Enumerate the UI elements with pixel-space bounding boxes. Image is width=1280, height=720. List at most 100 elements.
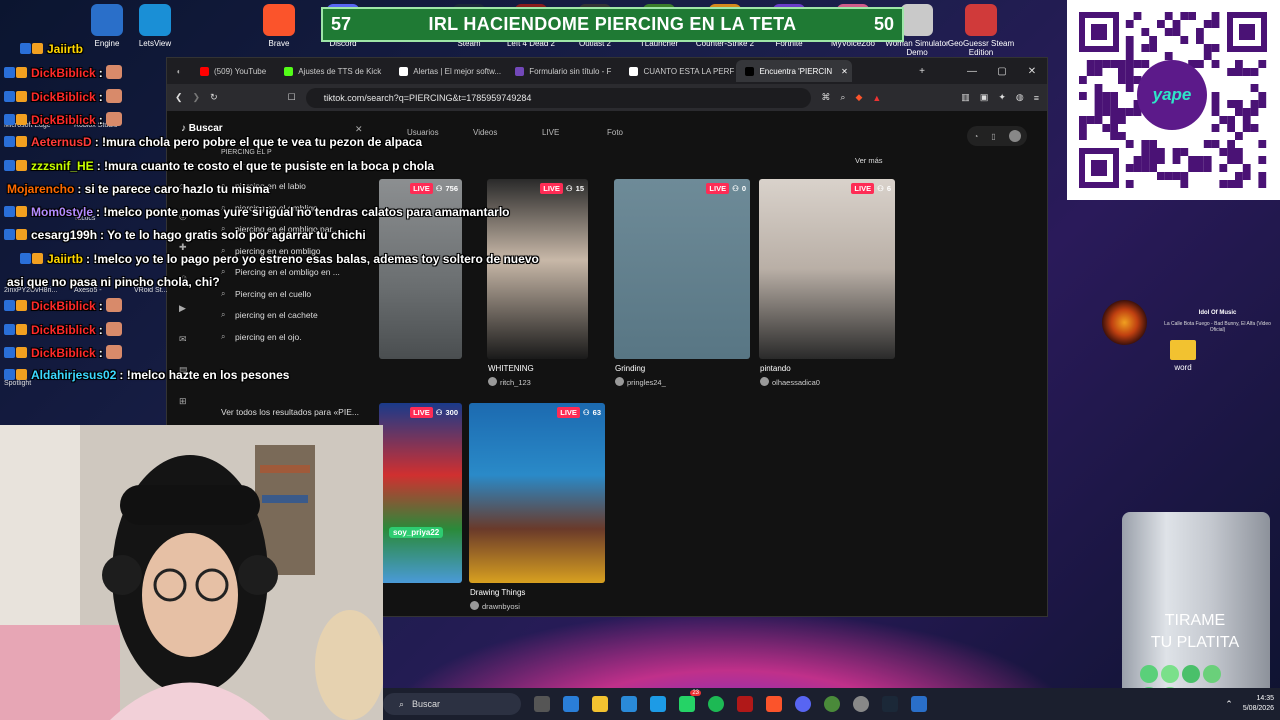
tab-menu-icon[interactable]: ◐: [167, 67, 191, 76]
live-card[interactable]: LIVE ⚇ 0: [614, 179, 750, 359]
tab-label: CUANTO ESTA LA PERF: [643, 66, 735, 76]
browser-tab[interactable]: Encuentra 'PIERCIN ✕: [736, 60, 853, 82]
copilot-icon[interactable]: [563, 696, 579, 712]
live-card[interactable]: LIVE ⚇ 63: [469, 403, 605, 583]
tab-favicon-icon: [745, 66, 755, 76]
upload-icon[interactable]: ⊞: [179, 396, 188, 407]
spotify-icon[interactable]: [708, 696, 724, 712]
back-icon[interactable]: ❮: [175, 92, 183, 103]
search-suggestion[interactable]: piercing en el ojo.: [235, 332, 302, 342]
desktop-icon-word[interactable]: word: [1148, 340, 1218, 372]
edge-icon[interactable]: [650, 696, 666, 712]
notepad-icon[interactable]: [911, 696, 927, 712]
card-user[interactable]: olhaessadica0: [760, 377, 820, 387]
coins-icon[interactable]: ◔: [973, 132, 978, 141]
live-icon[interactable]: ▶: [179, 303, 188, 314]
browser-tab[interactable]: Alertas | El mejor softw...: [390, 60, 506, 82]
url-field[interactable]: tiktok.com/search?q=PIERCING&t=178595974…: [305, 87, 812, 108]
close-tab-icon[interactable]: ✕: [841, 67, 848, 76]
card-user[interactable]: ritch_123: [488, 377, 531, 387]
zoom-icon[interactable]: ⌕: [840, 92, 845, 103]
profile-avatar[interactable]: [1008, 130, 1021, 142]
chat-badge-icon: [16, 229, 27, 241]
chat-text: : !melco hazte en los pesones: [119, 368, 290, 383]
chat-badge-icon: [16, 136, 27, 148]
viewer-count: 6: [886, 184, 891, 193]
browser-tab[interactable]: (509) YouTube: [191, 60, 275, 82]
rewards-icon[interactable]: ▲: [872, 93, 881, 103]
chat-message: Jaiirtb: !melco yo te lo pago pero yo es…: [20, 252, 539, 266]
messages-icon[interactable]: ✉: [179, 334, 188, 345]
chat-message: DickBiblick:: [4, 65, 122, 80]
card-title[interactable]: Drawing Things: [470, 588, 525, 597]
browser-tab[interactable]: Ajustes de TTS de Kick: [275, 60, 390, 82]
device-icon[interactable]: ▯: [991, 132, 995, 141]
forward-icon[interactable]: ❯: [193, 92, 201, 103]
dota-icon[interactable]: [737, 696, 753, 712]
card-user[interactable]: pringles24_: [615, 377, 666, 387]
tab-label: Ajustes de TTS de Kick: [298, 66, 382, 76]
app-icon: [901, 4, 933, 36]
card-title[interactable]: WHITENING: [488, 364, 534, 373]
result-tab[interactable]: LIVE: [542, 128, 559, 137]
app-icon: [965, 4, 997, 36]
new-tab-button[interactable]: +: [907, 66, 937, 77]
search-suggestion[interactable]: Piercing en el ombligo en ...: [235, 267, 340, 277]
obs-icon[interactable]: [824, 696, 840, 712]
minimize-button[interactable]: —: [957, 66, 987, 77]
browser-tab[interactable]: Formulario sin título - F: [506, 60, 620, 82]
close-window-button[interactable]: ✕: [1017, 66, 1047, 77]
see-all-results-link[interactable]: Ver todos los resultados para «PIE...: [221, 407, 359, 417]
chat-badge-icon: [16, 113, 27, 125]
desktop-icon[interactable]: LetsView: [120, 4, 190, 48]
chat-username: DickBiblick: [31, 112, 96, 127]
desktop-icon[interactable]: Brave: [244, 4, 314, 48]
result-tab[interactable]: Foto: [607, 128, 623, 137]
search-suggestion[interactable]: Piercing en el cuello: [235, 289, 311, 299]
tray-chevron-icon[interactable]: ⌃: [1225, 699, 1233, 710]
extensions-icon[interactable]: ✦: [998, 92, 1006, 103]
live-card[interactable]: LIVE ⚇ 300 soy_priya22: [379, 403, 462, 583]
vpn-icon[interactable]: ◍: [1016, 92, 1024, 103]
viewer-count: 15: [575, 184, 584, 193]
emote-icon: [105, 111, 122, 126]
task-view-icon[interactable]: [534, 696, 550, 712]
discord-icon[interactable]: [795, 696, 811, 712]
music-track: La Calle Bota Fuego - Bad Bunny, El Alfa…: [1164, 321, 1271, 333]
reload-icon[interactable]: ↻: [210, 92, 218, 103]
steam-icon[interactable]: [882, 696, 898, 712]
taskbar-clock[interactable]: 14:35 5/08/2026: [1243, 694, 1274, 714]
brave-shield-icon[interactable]: ◆: [855, 92, 862, 103]
maximize-button[interactable]: ▢: [987, 66, 1017, 77]
stream-title: IRL HACIENDOME PIERCING EN LA TETA: [428, 14, 797, 34]
see-more-link[interactable]: Ver más: [855, 156, 883, 165]
store-icon[interactable]: [621, 696, 637, 712]
desktop-icon[interactable]: GeoGuessr Steam Edition: [946, 4, 1016, 57]
chat-badge-icon: [4, 90, 15, 102]
sidebar-icon[interactable]: ▥: [961, 92, 970, 103]
close-search-icon[interactable]: ✕: [355, 124, 363, 135]
card-title[interactable]: Grinding: [615, 364, 645, 373]
live-card[interactable]: LIVE ⚇ 6: [759, 179, 895, 359]
translate-icon[interactable]: ⌘: [821, 92, 830, 103]
tabs: (509) YouTube Ajustes de TTS de Kick Alert…: [191, 60, 907, 82]
card-title[interactable]: pintando: [760, 364, 791, 373]
bookmark-icon[interactable]: ☐: [288, 92, 296, 103]
search-suggestion[interactable]: piercing en el cachete: [235, 310, 318, 320]
search-icon: ⌕: [221, 310, 226, 319]
chat-message: zzzsnif_HE: !mura cuanto te costo el que…: [4, 159, 434, 173]
result-tab[interactable]: Videos: [473, 128, 497, 137]
browser-tab[interactable]: CUANTO ESTA LA PERF: [620, 60, 736, 82]
file-explorer-icon[interactable]: [592, 696, 608, 712]
brave-icon[interactable]: [766, 696, 782, 712]
menu-icon[interactable]: ≡: [1034, 93, 1039, 103]
chat-text: : si te parece caro hazlo tu misma: [77, 181, 270, 196]
card-username: olhaessadica0: [772, 378, 820, 387]
taskbar-search[interactable]: ⌕ Buscar: [383, 693, 521, 715]
whatsapp-icon[interactable]: 23: [679, 690, 701, 712]
wallet-icon[interactable]: ▣: [980, 92, 989, 103]
card-user[interactable]: drawnbyosi: [470, 601, 520, 611]
settings-icon[interactable]: [853, 696, 869, 712]
emote-icon: [105, 344, 122, 359]
tab-label: (509) YouTube: [214, 66, 267, 76]
